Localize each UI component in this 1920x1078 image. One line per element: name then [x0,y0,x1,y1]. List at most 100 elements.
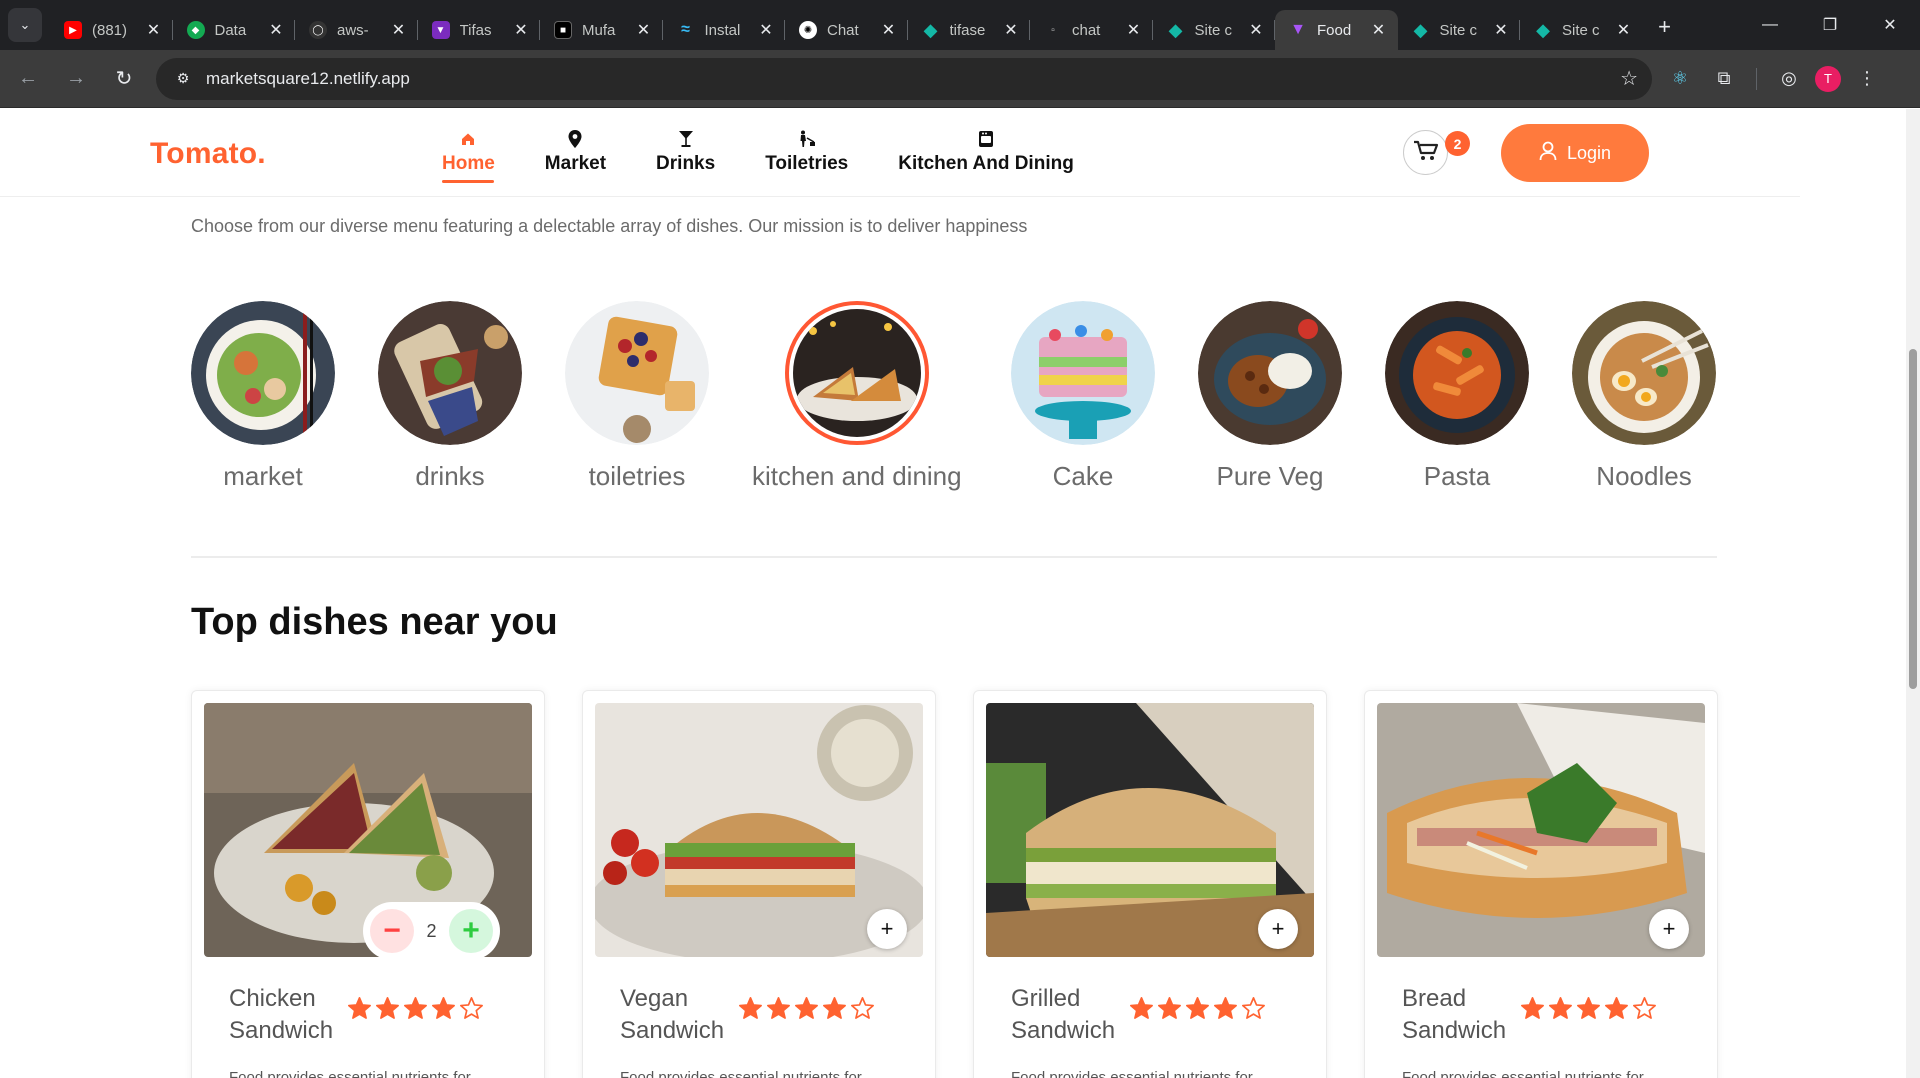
quantity-stepper: − 2 + [363,902,500,960]
close-icon[interactable]: ✕ [1002,20,1020,40]
close-icon[interactable]: ✕ [880,20,898,40]
performance-icon[interactable]: ◎ [1771,61,1807,97]
plus-icon: + [1271,916,1285,941]
close-window-button[interactable]: ✕ [1860,0,1920,50]
new-tab-button[interactable]: + [1649,11,1681,43]
category-label: Noodles [1596,461,1692,491]
tab-search-button[interactable]: ⌄ [8,8,42,42]
menu-item-label: Toiletries [765,153,849,174]
browser-tab[interactable]: ▫ chat ✕ [1030,10,1153,50]
tab-title: Instal [704,21,741,39]
bookmark-star-icon[interactable]: ☆ [1620,66,1638,91]
close-icon[interactable]: ✕ [1492,20,1510,40]
minimize-button[interactable]: — [1740,0,1800,50]
menu-item-market[interactable]: Market [545,129,606,183]
browser-tab[interactable]: ■ Mufa ✕ [540,10,663,50]
close-icon[interactable]: ✕ [1125,20,1143,40]
url-text[interactable]: marketsquare12.netlify.app [206,69,1620,89]
browser-tab[interactable]: ◆ tifase ✕ [908,10,1030,50]
cart-button[interactable] [1403,130,1448,175]
site-favicon-icon: ■ [554,21,572,39]
category-label: market [223,461,303,491]
browser-tab[interactable]: ≈ Instal ✕ [663,10,785,50]
star-filled-icon [1576,996,1601,1026]
browser-tab[interactable]: ▼ Tifas ✕ [418,10,540,50]
close-icon[interactable]: ✕ [1615,20,1633,40]
scrollbar-thumb[interactable] [1909,349,1917,689]
category-noodles[interactable]: Noodles [1572,301,1716,492]
category-toiletries[interactable]: toiletries [565,301,709,492]
category-pasta[interactable]: Pasta [1385,301,1529,492]
tab-title: Chat [827,21,859,39]
close-icon[interactable]: ✕ [1247,20,1265,40]
tab-title: Site c [1439,21,1478,39]
category-drinks[interactable]: drinks [378,301,522,492]
browser-tab[interactable]: ◆ Data ✕ [173,10,295,50]
category-image [191,301,335,445]
food-card: + Bread Sandwich Food provides essential… [1364,690,1718,1078]
browser-tab-active[interactable]: ▼ Food ✕ [1275,10,1398,50]
category-label: kitchen and dining [752,461,962,491]
add-to-cart-button[interactable]: + [1258,909,1298,949]
menu-item-kitchen-and-dining[interactable]: Kitchen And Dining [898,129,1074,183]
close-icon[interactable]: ✕ [145,20,163,40]
browser-tab[interactable]: ◆ Site c ✕ [1520,10,1643,50]
location-pin-icon [568,129,582,149]
close-icon: ✕ [1883,17,1897,34]
category-label: toiletries [588,461,686,491]
menu-item-toiletries[interactable]: Toiletries [765,129,848,183]
menu-item-home[interactable]: Home [442,129,495,183]
page-scrollbar[interactable] [1906,109,1920,1078]
react-devtools-icon[interactable]: ⚛ [1662,61,1698,97]
browser-toolbar: ← → ↻ ⚙ marketsquare12.netlify.app ☆ ⚛ ⧉… [0,50,1920,108]
category-cake[interactable]: Cake [1011,301,1155,492]
close-icon[interactable]: ✕ [512,20,530,40]
close-icon[interactable]: ✕ [267,20,285,40]
reload-button[interactable]: ↻ [104,59,144,99]
login-button[interactable]: Login [1501,124,1649,182]
browser-tab[interactable]: ◆ Site c ✕ [1153,10,1275,50]
star-filled-icon [1604,996,1629,1026]
dish-name: Chicken Sandwich [229,985,334,1044]
menu-item-drinks[interactable]: Drinks [656,129,715,183]
toolbar-actions: ⚛ ⧉ ◎ T ⋮ [1662,61,1885,97]
browser-tab[interactable]: ✺ Chat ✕ [785,10,908,50]
extensions-icon[interactable]: ⧉ [1706,61,1742,97]
close-icon[interactable]: ✕ [757,20,775,40]
netlify-icon: ◆ [923,19,938,40]
add-to-cart-button[interactable]: + [867,909,907,949]
close-icon[interactable]: ✕ [390,20,408,40]
decrease-quantity-button[interactable]: − [370,909,414,953]
restore-button[interactable]: ❐ [1800,0,1860,50]
browser-tab[interactable]: ▶ (881) ✕ [50,10,173,50]
star-filled-icon [794,996,819,1026]
star-filled-icon [431,996,456,1026]
close-icon[interactable]: ✕ [1370,20,1388,40]
dish-description: Food provides essential nutrients for [1402,1069,1644,1078]
category-market[interactable]: market [191,301,335,492]
category-kitchen-and-dining[interactable]: kitchen and dining [752,301,962,492]
forward-button[interactable]: → [56,59,96,99]
address-bar[interactable]: ⚙ marketsquare12.netlify.app ☆ [156,57,1652,100]
category-image [1011,301,1155,445]
site-logo[interactable]: Tomato. [150,137,266,171]
document-icon: ▫ [1051,24,1055,36]
close-icon[interactable]: ✕ [635,20,653,40]
tab-title: Mufa [582,21,616,39]
increase-quantity-button[interactable]: + [448,909,493,953]
kebab-menu-icon[interactable]: ⋮ [1849,61,1885,97]
minimize-icon: — [1762,16,1778,33]
category-pure-veg[interactable]: Pure Veg [1198,301,1342,492]
browser-tab[interactable]: ◆ Site c ✕ [1398,10,1520,50]
category-label: Pasta [1423,461,1491,491]
site-settings-icon[interactable]: ⚙ [170,70,196,87]
browser-tab[interactable]: ◯ aws- ✕ [295,10,418,50]
dish-description: Food provides essential nutrients for [1011,1069,1253,1078]
dish-name: Grilled Sandwich [1011,985,1116,1044]
back-button[interactable]: ← [8,59,48,99]
profile-avatar[interactable]: T [1815,65,1841,92]
add-to-cart-button[interactable]: + [1649,909,1689,949]
tab-title: Site c [1194,21,1233,39]
cart-count-badge: 2 [1445,131,1470,156]
browser-tab-strip: ⌄ ▶ (881) ✕ ◆ Data ✕ ◯ aws- ✕ ▼ Tifas ✕ … [0,0,1920,50]
